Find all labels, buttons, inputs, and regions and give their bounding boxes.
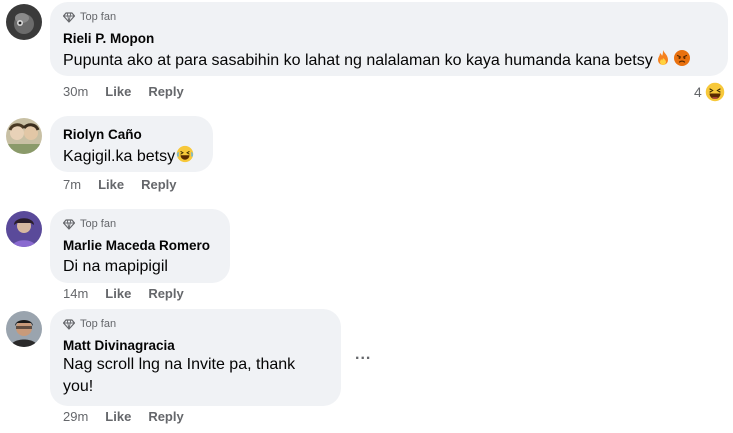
like-button[interactable]: Like	[105, 409, 131, 424]
comment-text-content: Pupunta ako at para sasabihin ko lahat n…	[63, 52, 653, 69]
top-fan-badge: Top fan	[63, 11, 116, 23]
comment-time[interactable]: 14m	[63, 286, 88, 301]
comment-text: Pupunta ako at para sasabihin ko lahat n…	[63, 49, 691, 72]
reply-button[interactable]: Reply	[148, 286, 183, 301]
comment-actions: 7m Like Reply	[63, 177, 176, 192]
comment-text-content: Kagigil.ka betsy	[63, 148, 176, 165]
top-fan-badge: Top fan	[63, 218, 116, 230]
diamond-icon	[63, 11, 75, 23]
like-button[interactable]: Like	[105, 286, 131, 301]
comment-time[interactable]: 29m	[63, 409, 88, 424]
avatar[interactable]	[6, 4, 42, 40]
more-options-button[interactable]: ...	[355, 346, 371, 364]
comment-bubble: Top fan Rieli P. Mopon Pupunta ako at pa…	[50, 2, 728, 76]
comment-bubble: Top fan Marlie Maceda Romero Di na mapip…	[50, 209, 230, 283]
badge-label: Top fan	[80, 218, 117, 230]
angry-emoji	[673, 50, 690, 66]
comment-author[interactable]: Matt Divinagracia	[63, 338, 175, 353]
comment-author[interactable]: Rieli P. Mopon	[63, 31, 154, 46]
laughing-emoji	[704, 81, 726, 103]
like-button[interactable]: Like	[105, 84, 131, 99]
top-fan-badge: Top fan	[63, 318, 116, 330]
comment-bubble: Top fan Matt Divinagracia Nag scroll lng…	[50, 309, 341, 406]
comment-actions: 30m Like Reply	[63, 84, 184, 99]
avatar[interactable]	[6, 311, 42, 347]
comment-text-line-2: you!	[63, 378, 94, 395]
comment-text: Di na mapipigil	[63, 258, 168, 275]
like-button[interactable]: Like	[98, 177, 124, 192]
diamond-icon	[63, 218, 75, 230]
comment-time[interactable]: 7m	[63, 177, 81, 192]
comment-bubble: Riolyn Caño Kagigil.ka betsy	[50, 116, 213, 172]
diamond-icon	[63, 318, 75, 330]
reply-button[interactable]: Reply	[148, 84, 183, 99]
badge-label: Top fan	[80, 318, 117, 330]
avatar[interactable]	[6, 118, 42, 154]
reaction-summary[interactable]: 4	[694, 81, 726, 103]
comment-text-line-1: Nag scroll lng na Invite pa, thank	[63, 356, 296, 373]
comment-text: Kagigil.ka betsy	[63, 145, 194, 168]
avatar[interactable]	[6, 211, 42, 247]
comment-time[interactable]: 30m	[63, 84, 88, 99]
laughing-emoji	[176, 145, 194, 163]
reply-button[interactable]: Reply	[141, 177, 176, 192]
badge-label: Top fan	[80, 11, 117, 23]
comment-author[interactable]: Marlie Maceda Romero	[63, 238, 210, 253]
reply-button[interactable]: Reply	[148, 409, 183, 424]
comment-author[interactable]: Riolyn Caño	[63, 127, 142, 142]
comment-actions: 29m Like Reply	[63, 409, 184, 424]
reaction-count: 4	[694, 84, 702, 100]
fire-emoji	[657, 50, 668, 65]
comment-actions: 14m Like Reply	[63, 286, 184, 301]
